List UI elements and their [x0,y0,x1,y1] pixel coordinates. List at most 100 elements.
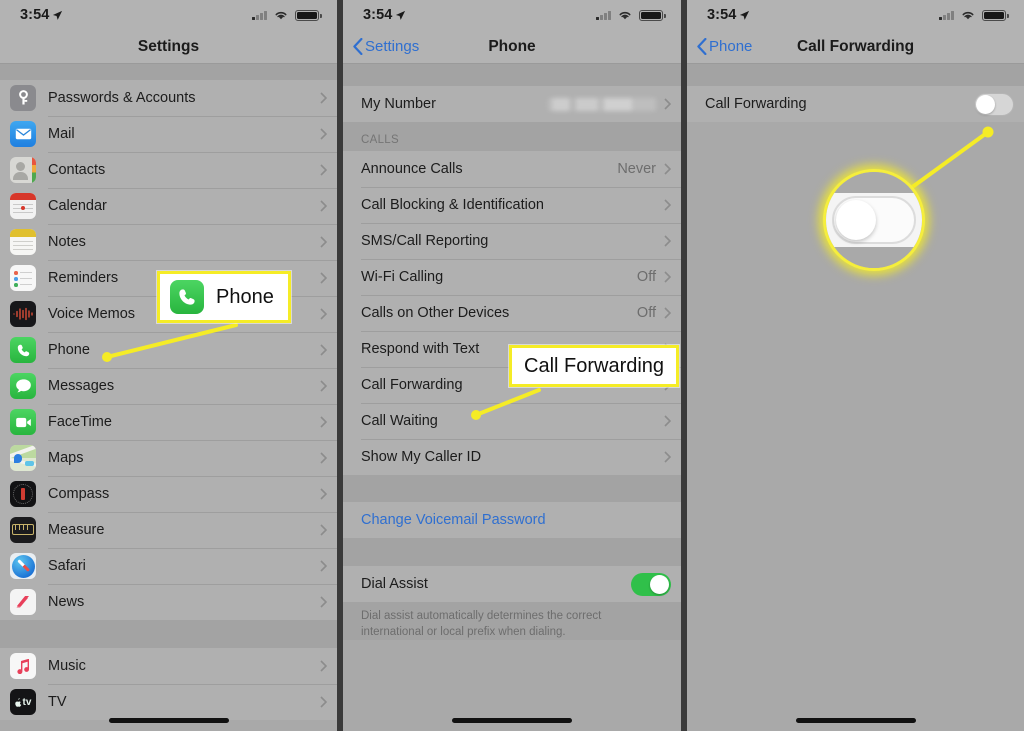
list-gap [343,538,681,566]
row-calls-on-other-devices[interactable]: Calls on Other Devices Off [343,295,681,331]
phone-icon [170,280,204,314]
sidebar-item-label: Calendar [48,198,107,214]
row-my-number[interactable]: My Number [343,86,681,122]
mail-icon [10,121,36,147]
status-bar-right [596,9,666,21]
key-icon [10,85,36,111]
chevron-left-icon [697,38,707,55]
sidebar-item-label: Measure [48,522,105,538]
chevron-right-icon [320,416,327,428]
dial-assist-footnote: Dial assist automatically determines the… [343,602,681,641]
chevron-right-icon [320,452,327,464]
callout-phone: Phone [157,271,291,323]
wifi-icon [962,11,974,20]
sidebar-item-label: Passwords & Accounts [48,90,196,106]
sidebar-item-measure[interactable]: Measure [0,512,337,548]
row-wifi-calling[interactable]: Wi-Fi Calling Off [343,259,681,295]
sidebar-item-maps[interactable]: Maps [0,440,337,476]
home-indicator [452,718,572,723]
callout-call-forwarding-label: Call Forwarding [524,354,665,377]
chevron-right-icon [320,696,327,708]
location-arrow-icon [396,10,406,20]
callout-phone-label: Phone [216,285,274,308]
measure-icon [10,517,36,543]
dial-assist-toggle[interactable] [631,572,671,596]
list-gap [343,64,681,86]
chevron-right-icon [320,92,327,104]
news-icon [10,589,36,615]
chevron-right-icon [664,307,671,319]
chevron-right-icon [320,200,327,212]
chevron-right-icon [320,524,327,536]
dial-assist-group: Dial Assist [343,566,681,602]
row-dial-assist[interactable]: Dial Assist [343,566,681,602]
sidebar-item-label: Maps [48,450,84,466]
chevron-right-icon [320,236,327,248]
row-value: Off [636,305,656,321]
battery-full-icon [982,9,1009,21]
settings-list[interactable]: Passwords & Accounts Mail Contacts Calen… [0,64,337,731]
battery-full-icon [295,9,322,21]
row-label: Wi-Fi Calling [361,269,444,285]
sidebar-item-messages[interactable]: Messages [0,368,337,404]
row-show-my-caller-id[interactable]: Show My Caller ID [343,439,681,475]
sidebar-item-notes[interactable]: Notes [0,224,337,260]
sidebar-item-label: Notes [48,234,86,250]
cellular-signal-icon [596,10,611,20]
chevron-left-icon [353,38,363,55]
magnifier-content [826,172,922,268]
row-call-blocking-identification[interactable]: Call Blocking & Identification [343,187,681,223]
row-announce-calls[interactable]: Announce Calls Never [343,151,681,187]
status-bar-left: 3:54 [363,7,406,23]
row-sms-call-reporting[interactable]: SMS/Call Reporting [343,223,681,259]
chevron-right-icon [664,451,671,463]
row-change-voicemail-password[interactable]: Change Voicemail Password [343,502,681,538]
magnified-call-forwarding-toggle[interactable] [832,196,916,244]
list-gap [0,620,337,648]
sidebar-item-tv[interactable]: tv TV [0,684,337,720]
chevron-right-icon [664,163,671,175]
row-label: Change Voicemail Password [361,512,546,528]
sidebar-item-calendar[interactable]: Calendar [0,188,337,224]
back-button-label: Settings [365,38,420,55]
sidebar-item-safari[interactable]: Safari [0,548,337,584]
row-label: Dial Assist [361,576,428,592]
sidebar-item-label: Contacts [48,162,106,178]
facetime-icon [10,409,36,435]
wifi-icon [275,11,287,20]
status-bar-right [939,9,1009,21]
sidebar-item-passwords-accounts[interactable]: Passwords & Accounts [0,80,337,116]
cellular-signal-icon [939,10,954,20]
status-bar-left: 3:54 [20,7,63,23]
safari-icon [10,553,36,579]
back-button-phone[interactable]: Phone [687,38,752,55]
home-indicator [795,718,916,723]
page-title: Settings [137,37,200,55]
chevron-right-icon [664,199,671,211]
sidebar-item-label: News [48,594,85,610]
location-arrow-icon [740,10,750,20]
sidebar-item-news[interactable]: News [0,584,337,620]
status-bar-right [252,9,322,21]
status-bar: 3:54 [687,0,1024,30]
sidebar-item-music[interactable]: Music [0,648,337,684]
cellular-signal-icon [252,10,267,20]
back-button-settings[interactable]: Settings [343,38,419,55]
list-gap [0,64,337,80]
sidebar-item-compass[interactable]: Compass [0,476,337,512]
nav-bar-call-forwarding: Phone Call Forwarding [687,30,1024,64]
row-label: Call Blocking & Identification [361,197,544,213]
sidebar-item-facetime[interactable]: FaceTime [0,404,337,440]
contacts-icon [10,157,36,183]
sidebar-item-mail[interactable]: Mail [0,116,337,152]
status-bar-left: 3:54 [707,7,750,23]
sidebar-item-label: Music [48,658,86,674]
nav-bar-phone: Settings Phone [343,30,681,64]
row-label: SMS/Call Reporting [361,233,489,249]
home-indicator [108,718,229,723]
screenshot-stage: 3:54 Settings Passwords & Accounts Mail … [0,0,1024,731]
sidebar-item-contacts[interactable]: Contacts [0,152,337,188]
sidebar-item-label: Mail [48,126,75,142]
my-number-group: My Number [343,86,681,122]
chevron-right-icon [320,488,327,500]
